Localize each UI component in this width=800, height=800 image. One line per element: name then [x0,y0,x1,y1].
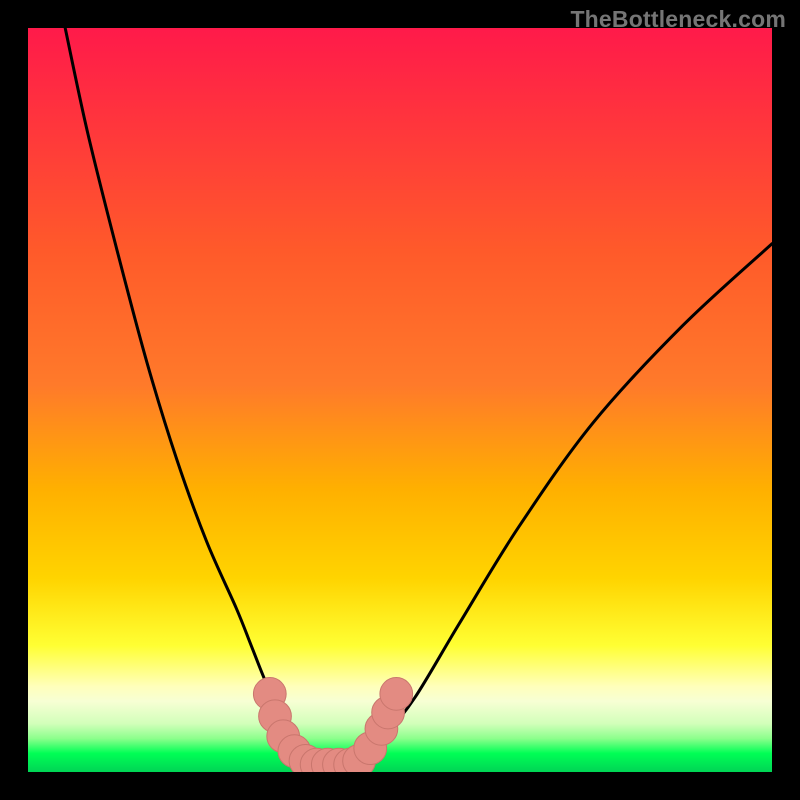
plot-area [28,28,772,772]
chart-outer-frame: TheBottleneck.com [0,0,800,800]
watermark-text: TheBottleneck.com [570,6,786,33]
data-marker [380,678,413,711]
plot-svg [28,28,772,772]
gradient-background [28,28,772,772]
